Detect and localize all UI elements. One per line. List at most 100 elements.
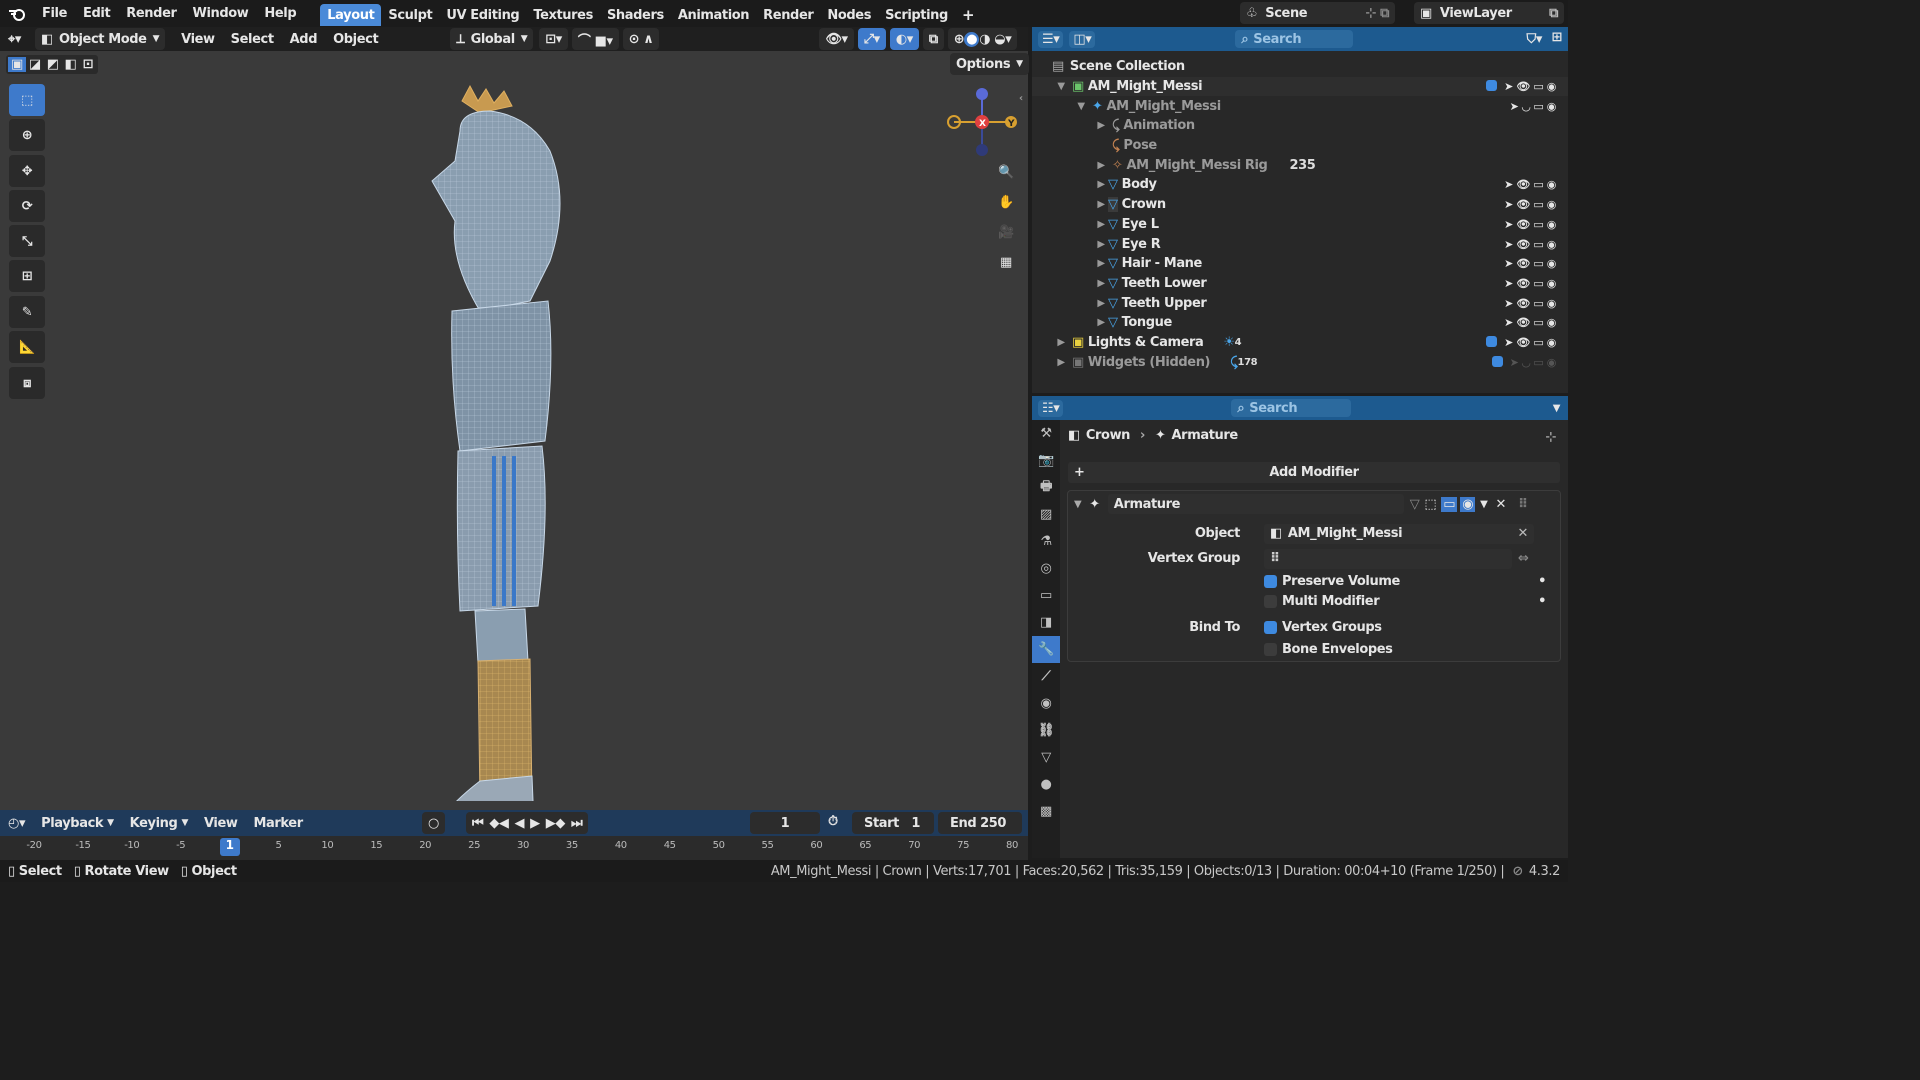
timeline-ruler[interactable]: -20 -15 -10 -5 1 5 10 15 20 25 30 35 40 45 50 55 60 65 70 7…	[0, 836, 1028, 860]
tree-row-crown[interactable]: ▶ ▽ Crown ➤ 👁 ▭ ◉	[1032, 195, 1568, 215]
menu-keying[interactable]: Keying ▼	[122, 810, 196, 837]
navigation-gizmo[interactable]: Y X	[940, 86, 1020, 161]
tab-shaders[interactable]: Shaders	[600, 4, 671, 26]
realtime-toggle-icon[interactable]: ▭	[1441, 496, 1458, 512]
menu-view[interactable]: View	[173, 26, 223, 53]
invert-icon[interactable]: ⇔	[1518, 551, 1529, 566]
tree-row-eye-r[interactable]: ▶ ▽ Eye R ➤ 👁 ▭ ◉	[1032, 234, 1568, 254]
menu-marker[interactable]: Marker	[245, 810, 310, 837]
expand-icon[interactable]: ▼	[1074, 101, 1088, 112]
measure-tool-icon[interactable]: 📐	[9, 331, 45, 363]
snap-toggle[interactable]: ⌒ ■▾	[571, 28, 619, 50]
proportional-editing-toggle[interactable]: ⊙ ∧	[622, 28, 660, 50]
tree-row-animation[interactable]: ▶ ⤹ Animation	[1032, 116, 1568, 136]
blender-logo-icon[interactable]	[0, 0, 34, 27]
multi-modifier-checkbox[interactable]	[1264, 594, 1277, 608]
bone-envelopes-checkbox[interactable]	[1264, 642, 1277, 656]
expand-icon[interactable]: ▶	[1094, 219, 1108, 230]
row-toggles[interactable]: ➤ 👁 ▭ ◉	[1504, 198, 1556, 211]
pin-icon[interactable]: ⊹ ⧉	[1365, 6, 1389, 21]
mode-selector[interactable]: ◧ Object Mode ▼	[35, 28, 166, 50]
camera-icon[interactable]: 🎥	[993, 219, 1019, 245]
gizmo-toggle[interactable]: ⤢▾	[857, 28, 886, 50]
scale-tool-icon[interactable]: ⤡	[9, 225, 45, 257]
menu-object[interactable]: Object	[325, 26, 386, 53]
play-icon[interactable]: ▶	[530, 816, 540, 831]
tab-uv-editing[interactable]: UV Editing	[439, 4, 526, 26]
tab-sculpt[interactable]: Sculpt	[381, 4, 439, 26]
modifier-name-field[interactable]: Armature	[1107, 494, 1404, 514]
menu-file[interactable]: File	[34, 0, 75, 27]
tab-render[interactable]: Render	[756, 4, 820, 26]
end-frame-field[interactable]: End 250	[938, 812, 1022, 834]
character-model[interactable]	[420, 61, 590, 801]
expand-icon[interactable]: ▶	[1094, 278, 1108, 289]
add-modifier-button[interactable]: + Add Modifier	[1068, 462, 1560, 483]
keyframe-dot-icon[interactable]: •	[1538, 574, 1546, 589]
select-new-icon[interactable]: ▣	[8, 57, 26, 72]
object-field[interactable]: ◧ AM_Might_Messi ✕	[1264, 523, 1534, 544]
menu-select[interactable]: Select	[223, 26, 282, 53]
tree-row-widgets[interactable]: ▶ ▣ Widgets (Hidden) ⤹ 178 ➤ ◡ ▭ ◉	[1032, 352, 1568, 372]
display-mode-icon[interactable]: ◫▾	[1069, 30, 1096, 48]
keyframe-dot-icon[interactable]: •	[1538, 594, 1546, 609]
3d-viewport[interactable]: ▣ ◪ ◩ ◧ ⊡ Options ▼ ⬚ ⊕ ✥ ⟳ ⤡ ⊞ ✎ 📐 ⧈ Y …	[0, 51, 1029, 810]
vertex-groups-checkbox[interactable]	[1264, 620, 1277, 634]
tree-row-body[interactable]: ▶ ▽ Body ➤ 👁 ▭ ◉	[1032, 175, 1568, 195]
cage-toggle-icon[interactable]: ⬚	[1424, 497, 1436, 512]
render-tab-icon[interactable]: 📷	[1032, 447, 1060, 474]
edit-mode-toggle-icon[interactable]: ▽	[1410, 497, 1420, 512]
clock-icon[interactable]: ⏱	[828, 814, 838, 829]
menu-window[interactable]: Window	[185, 0, 257, 27]
expand-icon[interactable]: ▶	[1094, 258, 1108, 269]
menu-edit[interactable]: Edit	[75, 0, 118, 27]
render-toggle-icon[interactable]: ◉	[1460, 496, 1476, 512]
overlay-toggle[interactable]: ◐▾	[889, 28, 919, 50]
select-extend-icon[interactable]: ◪	[26, 57, 44, 72]
move-tool-icon[interactable]: ✥	[9, 155, 45, 187]
properties-editor-icon[interactable]: ☷▾	[1038, 399, 1064, 417]
row-toggles[interactable]: ➤ 👁 ▭ ◉	[1504, 257, 1556, 270]
row-toggles[interactable]: ➤ 👁 ▭ ◉	[1486, 335, 1556, 349]
select-invert-icon[interactable]: ◧	[62, 57, 80, 72]
menu-help[interactable]: Help	[256, 0, 304, 27]
select-subtract-icon[interactable]: ◩	[44, 57, 62, 72]
expand-icon[interactable]: ▶	[1094, 298, 1108, 309]
new-collection-icon[interactable]: ⊞	[1552, 30, 1563, 45]
output-tab-icon[interactable]: 🖶	[1032, 474, 1060, 501]
xray-toggle[interactable]: ⧉	[922, 28, 944, 50]
bone-envelopes-row[interactable]: Bone Envelopes	[1068, 639, 1560, 659]
expand-icon[interactable]: ▶	[1094, 160, 1108, 171]
data-tab-icon[interactable]: ▽	[1032, 744, 1060, 771]
jump-start-icon[interactable]: ⏮	[472, 816, 484, 831]
tree-row-lights-camera[interactable]: ▶ ▣ Lights & Camera ☀ 4 ➤ 👁 ▭ ◉	[1032, 333, 1568, 353]
prev-keyframe-icon[interactable]: ◆◀	[489, 816, 509, 831]
visibility-selector[interactable]: 👁▾	[819, 28, 854, 50]
autokey-toggle[interactable]: ○	[422, 812, 445, 834]
view-layer-selector[interactable]: ▣ ViewLayer ⧉	[1414, 2, 1564, 24]
selection-mode-buttons[interactable]: ▣ ◪ ◩ ◧ ⊡	[6, 55, 99, 74]
tab-layout[interactable]: Layout	[320, 4, 382, 26]
timeline-editor-icon[interactable]: ◴▾	[0, 810, 33, 837]
tool-tab-icon[interactable]: ⚒	[1032, 420, 1060, 447]
outliner-editor-icon[interactable]: ☰▾	[1038, 30, 1064, 48]
physics-tab-icon[interactable]: ◉	[1032, 690, 1060, 717]
expand-icon[interactable]: ▶	[1094, 317, 1108, 328]
rotate-tool-icon[interactable]: ⟳	[9, 190, 45, 222]
collection-tab-icon[interactable]: ▭	[1032, 582, 1060, 609]
tree-row-hair-mane[interactable]: ▶ ▽ Hair - Mane ➤ 👁 ▭ ◉	[1032, 254, 1568, 274]
tree-row-scene-collection[interactable]: ▤ Scene Collection	[1032, 57, 1568, 77]
shading-modes[interactable]: ⊕ ● ◑ ◒▾	[947, 28, 1018, 50]
select-intersect-icon[interactable]: ⊡	[80, 57, 97, 72]
expand-icon[interactable]: ▶	[1094, 120, 1108, 131]
play-reverse-icon[interactable]: ◀	[515, 816, 525, 831]
add-cube-tool-icon[interactable]: ⧈	[9, 367, 45, 399]
row-toggles[interactable]: ➤ 👁 ▭ ◉	[1504, 277, 1556, 290]
material-tab-icon[interactable]: ●	[1032, 771, 1060, 798]
start-frame-field[interactable]: Start 1	[852, 812, 934, 834]
vertex-group-field[interactable]: ⠿	[1264, 548, 1512, 569]
add-workspace-button[interactable]: +	[955, 4, 981, 26]
modifiers-tab-icon[interactable]: 🔧	[1032, 636, 1060, 663]
expand-icon[interactable]: ▶	[1094, 179, 1108, 190]
expand-icon[interactable]: ▶	[1094, 199, 1108, 210]
